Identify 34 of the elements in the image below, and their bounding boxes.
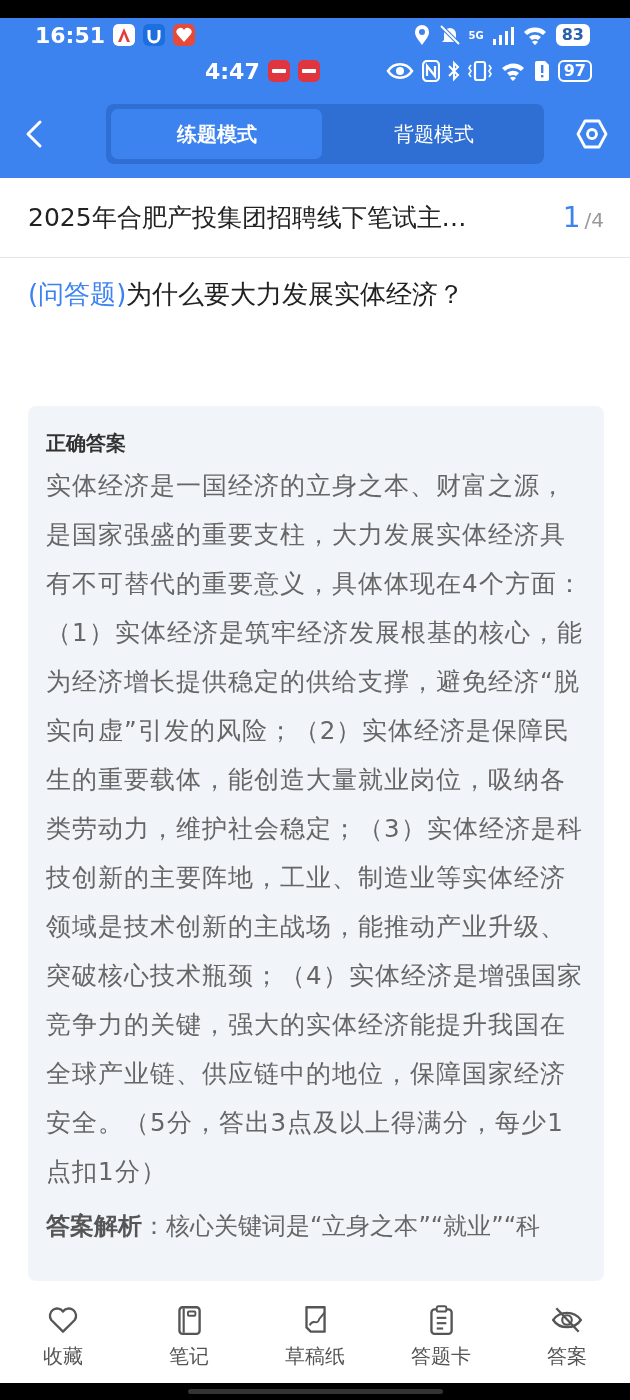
- exam-title: 2025年合肥产投集团招聘线下笔试主…: [28, 202, 467, 234]
- answer-text: （1）实体经济是筑牢经济发展根基的核心，能为经济增长提供稳定的供给支撑，避免经济“脱实向虚”引发的风险；（2）实体经济是保障民生的重要载体，能创造大量就业岗位，吸纳各类劳动力，维护社会稳定；（3）实体经济是科技创新的主要阵地，工业、制造业等实体经济领域是技术创新的主战场，能推动产业升级、突破核心技术瓶颈；（4）实体经济是增强国家竞争力的关键，强大的实体经济能提升我国在全球产业链、供应链中的地位，保障国家经济安全。（5分，答出3点及以上得满分，每少1点扣1分）: [46, 617, 584, 1188]
- app-icon: [113, 24, 136, 46]
- vibrate-icon: [467, 60, 492, 82]
- status-time: 16:51: [35, 22, 106, 48]
- bluetooth-icon: [447, 60, 460, 82]
- network-label: 5G: [468, 29, 484, 41]
- toolbar-item[interactable]: 收藏: [0, 1290, 126, 1383]
- mode-tab[interactable]: 背题模式: [328, 109, 539, 159]
- location-icon: [412, 24, 431, 46]
- answer-text: 实体经济是一国经济的立身之本、财富之源，是国家强盛的重要支柱，大力发展实体经济具有不可替代的重要意义，具体体现在4个方面：: [46, 470, 584, 600]
- eye-icon: [385, 61, 414, 81]
- mode-tab[interactable]: 练题模式: [111, 109, 322, 159]
- question-total: /4: [584, 208, 604, 232]
- toolbar-item[interactable]: 答案: [504, 1290, 630, 1383]
- status-time: 4:47: [205, 58, 260, 84]
- app-icon: [143, 24, 166, 46]
- answer-heading: 正确答案: [46, 430, 127, 457]
- signal-icon: [491, 24, 514, 46]
- battery-indicator: 83: [555, 24, 590, 46]
- analysis-text: 答案解析：核心关键词是“立身之本”“就业”“科: [46, 1211, 542, 1242]
- nfc-icon: [421, 60, 440, 82]
- app-icon: [297, 60, 320, 82]
- toolbar-item[interactable]: 笔记: [126, 1290, 252, 1383]
- battery-indicator: 97: [557, 60, 592, 82]
- bell-off-icon: [438, 24, 461, 46]
- app-icon: [173, 24, 196, 46]
- current-question-number: 1: [562, 201, 581, 234]
- question-text: (问答题)为什么要大力发展实体经济？: [28, 278, 466, 311]
- toolbar-item[interactable]: 草稿纸: [252, 1290, 378, 1383]
- sim-alert-icon: [533, 60, 550, 82]
- toolbar-item[interactable]: 答题卡: [378, 1290, 504, 1383]
- settings-icon[interactable]: [576, 118, 608, 150]
- app-icon: [267, 60, 290, 82]
